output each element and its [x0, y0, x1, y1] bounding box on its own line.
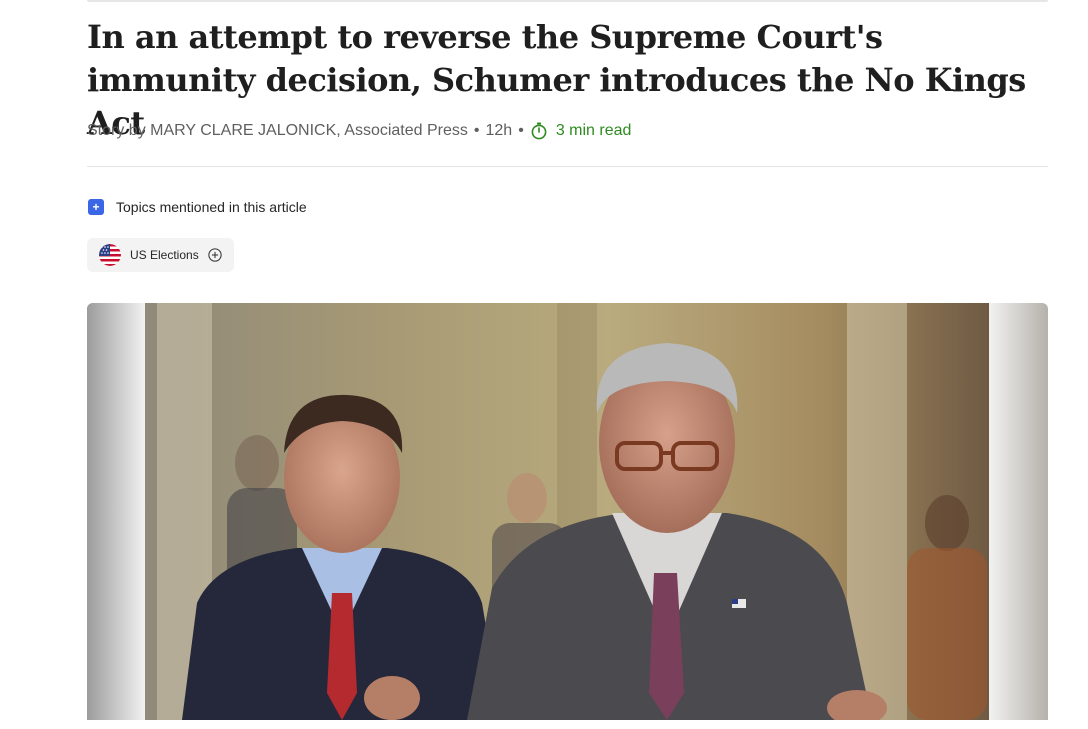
read-time-label: 3 min read: [555, 122, 632, 139]
read-time: 3 min read: [530, 122, 632, 140]
byline-separator: •: [518, 122, 524, 139]
byline-age: 12h: [485, 122, 513, 139]
byline: Story by MARY CLARE JALONICK, Associated…: [87, 119, 631, 143]
divider: [87, 166, 1048, 167]
stopwatch-icon: [531, 122, 547, 140]
topic-chip-us-elections[interactable]: US Elections: [87, 238, 234, 272]
add-circle-icon[interactable]: [208, 248, 222, 262]
topics-heading-label: Topics mentioned in this article: [116, 199, 307, 215]
top-card-edge: [87, 0, 1048, 2]
byline-author: Story by MARY CLARE JALONICK, Associated…: [87, 122, 468, 139]
byline-separator: •: [473, 122, 480, 139]
topic-chip-label: US Elections: [130, 248, 199, 262]
topics-heading: + Topics mentioned in this article: [88, 199, 307, 215]
article-photo: [87, 303, 1048, 720]
us-flag-icon: [99, 244, 121, 266]
press-photo-illustration: [87, 303, 1048, 720]
plus-square-icon: +: [88, 199, 104, 215]
